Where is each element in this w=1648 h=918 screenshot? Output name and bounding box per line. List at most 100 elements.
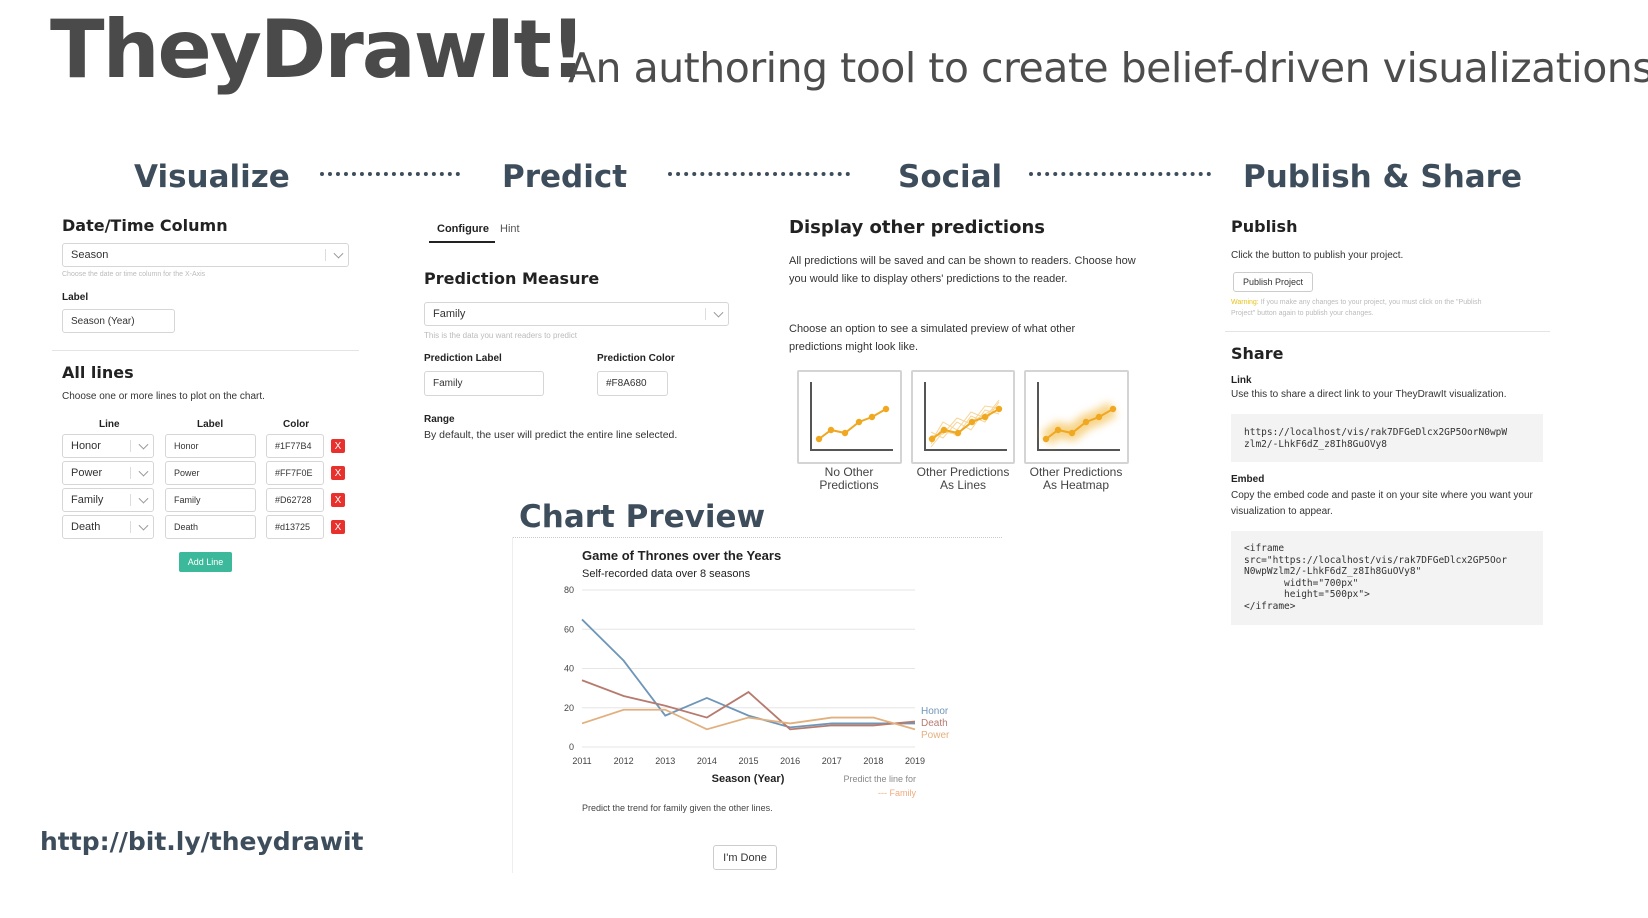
x-tick-label: 2014 — [697, 756, 717, 766]
embed-code[interactable]: <iframe src="https://localhost/vis/rak7D… — [1231, 531, 1543, 625]
step-visualize: Visualize — [134, 159, 290, 195]
line-select[interactable]: Death — [62, 515, 154, 539]
remove-line-button[interactable]: X — [331, 466, 345, 480]
embed-desc: Copy the embed code and paste it on your… — [1231, 490, 1533, 517]
prediction-measure-select[interactable]: Family — [424, 302, 729, 326]
step-predict: Predict — [502, 159, 628, 195]
step-social: Social — [898, 159, 1003, 195]
x-tick-label: 2012 — [614, 756, 634, 766]
range-desc: By default, the user will predict the en… — [424, 429, 678, 441]
y-tick-label: 0 — [569, 742, 574, 752]
chart-title: Game of Thrones over the Years — [582, 548, 781, 563]
remove-line-button[interactable]: X — [331, 439, 345, 453]
share-link-code[interactable]: https://localhost/vis/rak7DFGeDlcx2GP5Oo… — [1231, 414, 1543, 462]
line-select[interactable]: Family — [62, 488, 154, 512]
datetime-hint: Choose the date or time column for the X… — [62, 271, 206, 278]
option-other-predictions-lines[interactable] — [911, 370, 1015, 464]
app-title: TheyDrawIt! — [50, 3, 586, 96]
social-desc: All predictions will be saved and can be… — [789, 255, 1136, 285]
warning-text-1: If you make any changes to your project,… — [1260, 299, 1482, 306]
label-input[interactable]: Season (Year) — [62, 309, 175, 333]
im-done-button[interactable]: I'm Done — [713, 845, 777, 870]
line-select[interactable]: Honor — [62, 434, 154, 458]
step-publish-share: Publish & Share — [1243, 159, 1522, 195]
line-label-input[interactable]: Family — [165, 488, 256, 512]
link-heading: Link — [1231, 375, 1252, 386]
all-lines-heading: All lines — [62, 363, 134, 382]
remove-line-button[interactable]: X — [331, 520, 345, 534]
line-color-input[interactable]: #D62728 — [266, 488, 324, 512]
option-other-predictions-heatmap[interactable] — [1024, 370, 1129, 464]
lines-table: Honor Honor #1F77B4 X Power Power #FF7F0E X … — [62, 434, 362, 544]
prediction-color-input[interactable]: #F8A680 — [597, 371, 668, 396]
publish-desc: Click the button to publish your project… — [1231, 250, 1404, 261]
column-header-color: Color — [283, 419, 310, 430]
line-color-input[interactable]: #1F77B4 — [266, 434, 324, 458]
legend-hint: Predict the line for — [843, 774, 916, 784]
prediction-color-heading: Prediction Color — [597, 353, 675, 364]
y-tick-label: 20 — [564, 703, 574, 713]
line-label-input[interactable]: Power — [165, 461, 256, 485]
tab-configure[interactable]: Configure — [437, 223, 489, 235]
option-no-other-predictions[interactable] — [797, 370, 902, 464]
series-label-power: Power — [921, 730, 950, 741]
publish-project-button[interactable]: Publish Project — [1233, 272, 1313, 292]
project-url[interactable]: http://bit.ly/theydrawit — [40, 827, 363, 856]
prediction-measure-value: Family — [433, 308, 466, 320]
publish-warning: Warning: If you make any changes to your… — [1231, 297, 1541, 319]
x-tick-label: 2015 — [738, 756, 758, 766]
column-header-line: Line — [99, 419, 120, 430]
prediction-prompt: Predict the trend for family given the o… — [582, 803, 773, 813]
datetime-select-value: Season — [71, 249, 109, 261]
chart-subtitle: Self-recorded data over 8 seasons — [582, 568, 751, 580]
line-label-input[interactable]: Death — [165, 515, 256, 539]
y-tick-label: 40 — [564, 664, 574, 674]
prediction-measure-heading: Prediction Measure — [424, 269, 600, 288]
x-tick-label: 2017 — [822, 756, 842, 766]
legend-prediction-series: --- Family — [878, 788, 916, 798]
chevron-down-icon — [333, 248, 344, 259]
line-color-input[interactable]: #FF7F0E — [266, 461, 324, 485]
chevron-down-icon — [713, 307, 724, 318]
datetime-heading: Date/Time Column — [62, 216, 228, 235]
series-line-honor — [581, 618, 915, 729]
step-connector — [320, 172, 460, 176]
section-divider — [52, 350, 359, 351]
social-preview-desc: Choose an option to see a simulated prev… — [789, 323, 1076, 353]
section-divider — [1225, 331, 1550, 332]
warning-label: Warning: — [1231, 299, 1259, 306]
option-caption: Other Predictions As Lines — [916, 465, 1010, 492]
line-color-input[interactable]: #d13725 — [266, 515, 324, 539]
line-select[interactable]: Power — [62, 461, 154, 485]
option-caption: No Other Predictions — [819, 465, 879, 492]
publish-heading: Publish — [1231, 217, 1298, 236]
range-heading: Range — [424, 414, 455, 425]
step-connector — [668, 172, 850, 176]
preview-frame-left — [512, 537, 513, 873]
label-heading: Label — [62, 292, 89, 303]
line-select-value: Power — [71, 467, 103, 479]
chevron-down-icon — [138, 466, 149, 477]
remove-line-button[interactable]: X — [331, 493, 345, 507]
chart-preview-heading: Chart Preview — [519, 499, 766, 535]
add-line-button[interactable]: Add Line — [179, 552, 232, 572]
series-label-honor: Honor — [921, 706, 949, 717]
series-line-power — [581, 708, 916, 731]
prediction-label-input[interactable]: Family — [424, 371, 544, 396]
line-select-value: Family — [71, 494, 104, 506]
column-header-label: Label — [197, 419, 224, 430]
chevron-down-icon — [138, 439, 149, 450]
x-tick-label: 2019 — [905, 756, 925, 766]
step-connector — [1029, 172, 1211, 176]
embed-heading: Embed — [1231, 474, 1265, 485]
datetime-select[interactable]: Season — [62, 243, 349, 267]
x-tick-label: 2013 — [655, 756, 675, 766]
tab-hint[interactable]: Hint — [500, 223, 520, 235]
x-axis-label: Season (Year) — [712, 773, 785, 785]
share-heading: Share — [1231, 344, 1284, 363]
heatmap-chart-icon — [1037, 382, 1120, 451]
link-desc: Use this to share a direct link to your … — [1231, 389, 1507, 400]
line-label-input[interactable]: Honor — [165, 434, 256, 458]
y-tick-label: 60 — [564, 624, 574, 634]
preview-frame-top — [512, 537, 1002, 538]
